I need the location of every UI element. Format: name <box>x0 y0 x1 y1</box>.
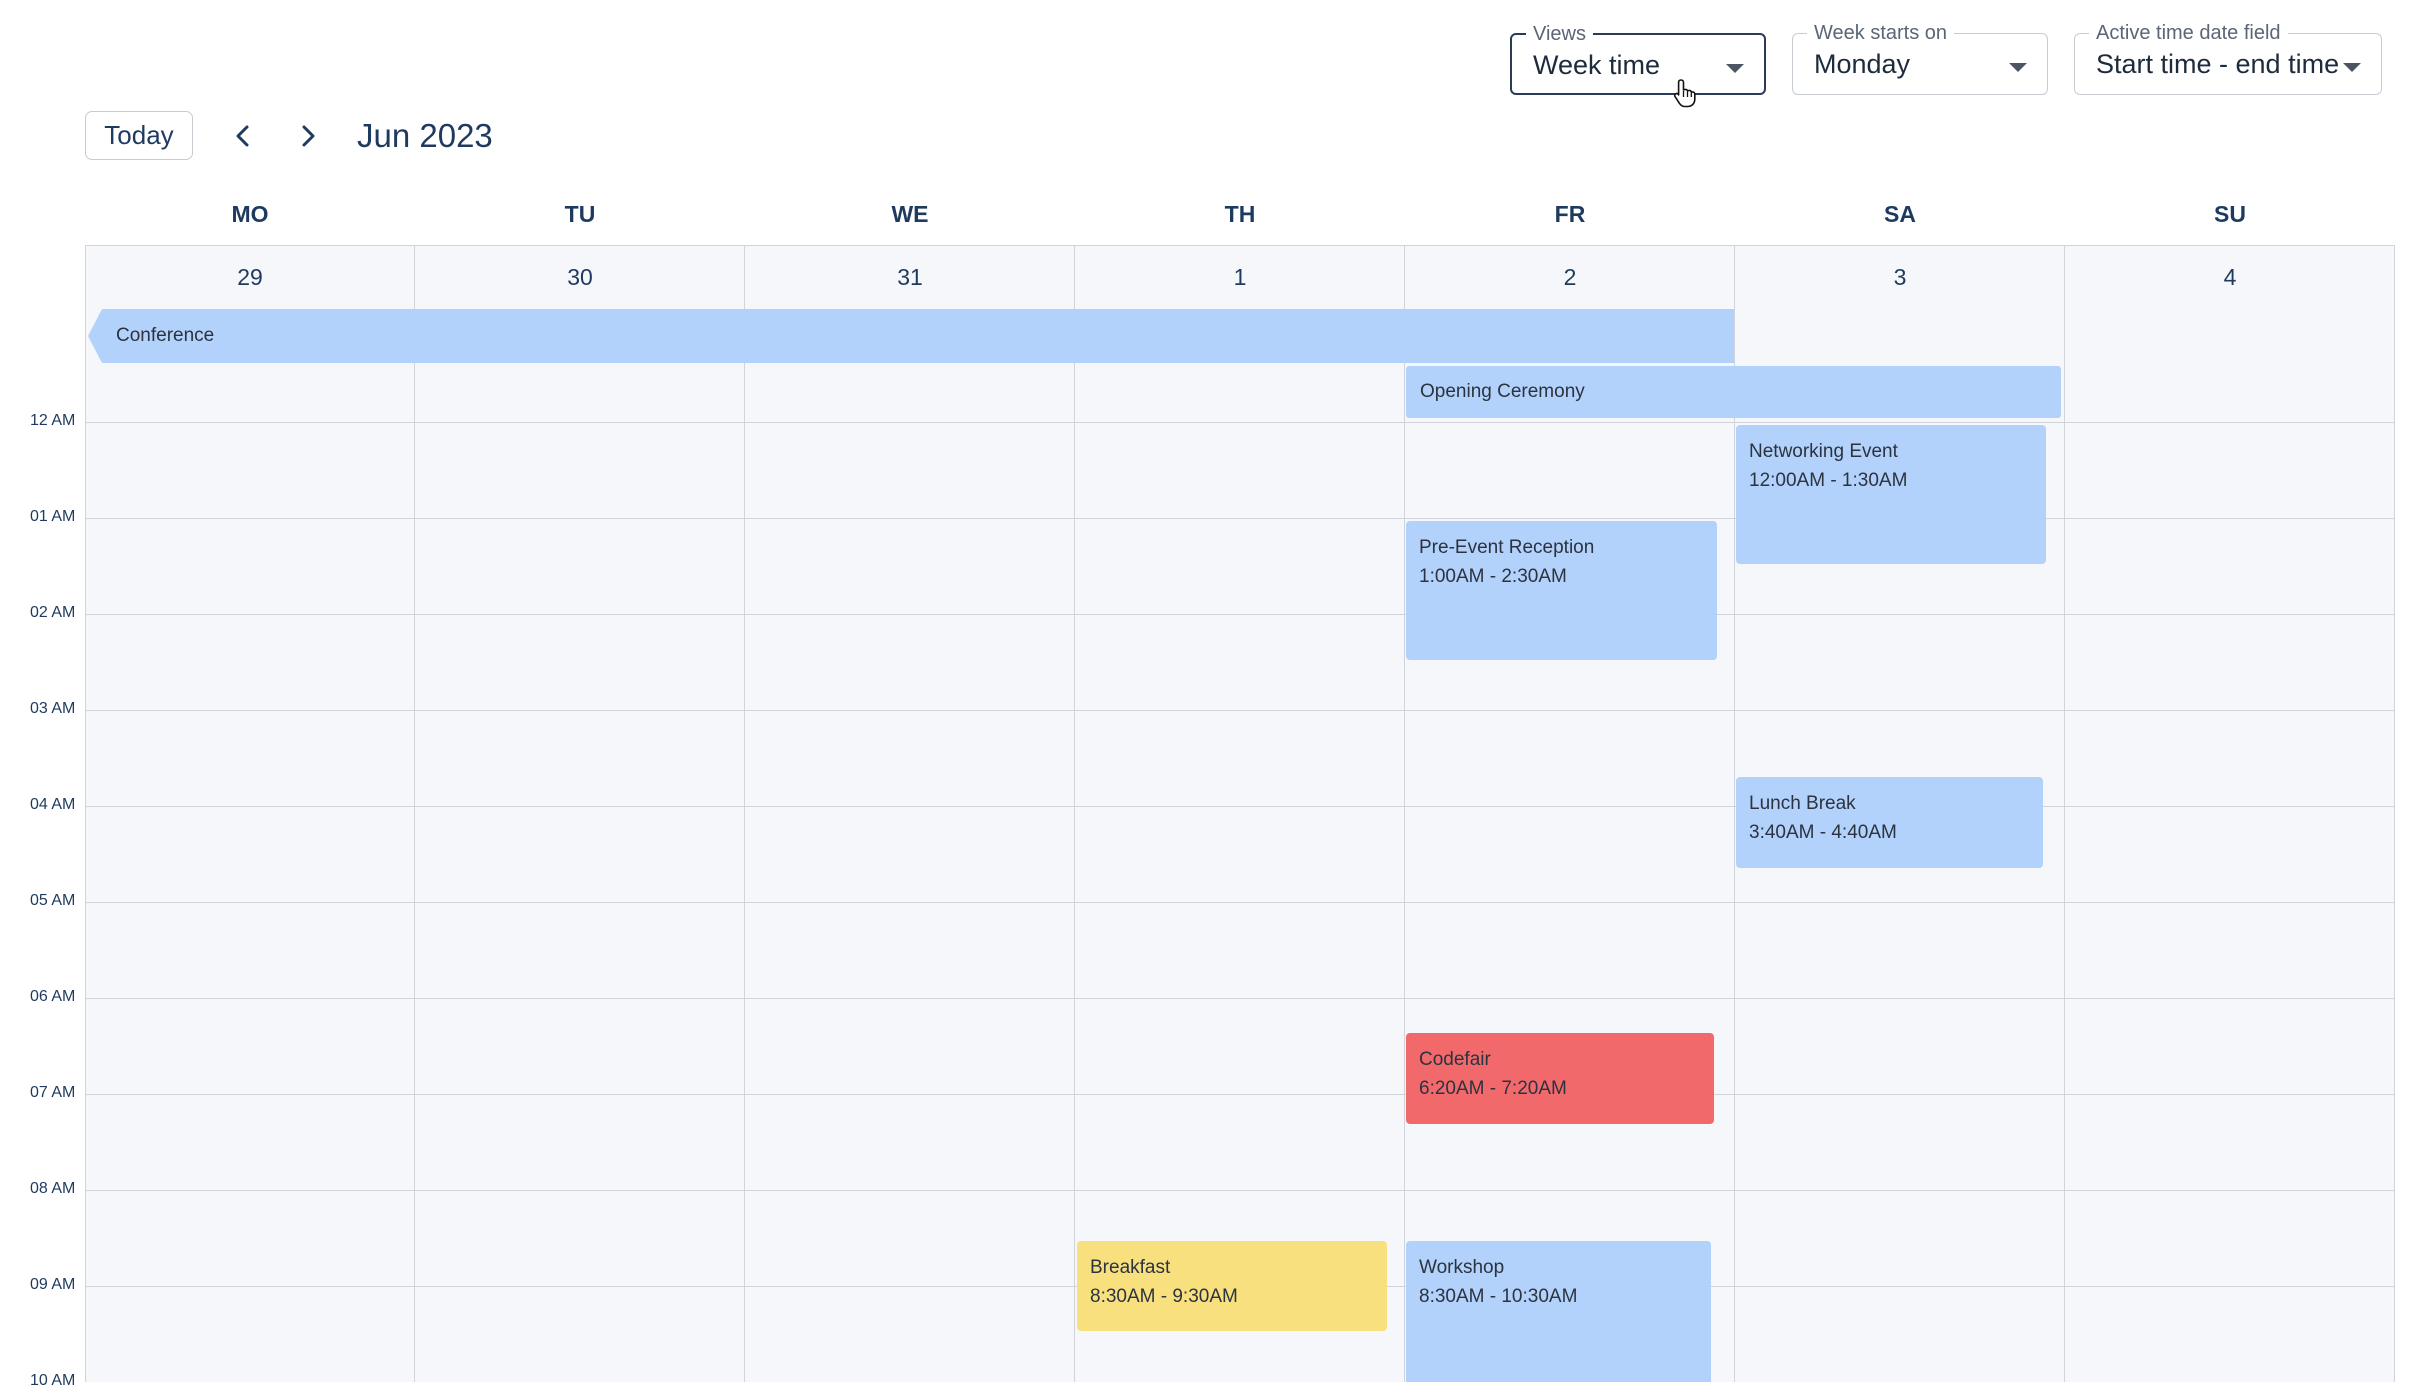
day-date-3[interactable]: 3 <box>1735 264 2065 291</box>
views-select-label: Views <box>1526 23 1593 45</box>
event-title: Workshop <box>1419 1257 1505 1278</box>
time-label: 02 AM <box>30 604 76 621</box>
time-label: 08 AM <box>30 1180 76 1197</box>
day-header-su: SU <box>2214 201 2246 227</box>
month-title: Jun 2023 <box>357 117 493 154</box>
chevron-left-icon[interactable] <box>229 121 257 151</box>
event-time: 8:30AM - 9:30AM <box>1090 1286 1238 1307</box>
time-label: 06 AM <box>30 988 76 1005</box>
views-select[interactable]: Views Week time <box>1510 23 1766 95</box>
event-title: Opening Ceremony <box>1420 381 1585 402</box>
column-divider <box>744 245 745 1382</box>
views-select-value: Week time <box>1533 50 1661 80</box>
column-divider <box>1074 245 1075 1382</box>
hour-line <box>85 1094 2395 1095</box>
event-title: Codefair <box>1419 1049 1491 1070</box>
time-label: 07 AM <box>30 1084 76 1101</box>
column-divider <box>1404 245 1405 1382</box>
hour-line <box>85 998 2395 999</box>
day-date-30[interactable]: 30 <box>415 264 745 291</box>
event-workshop[interactable]: Workshop 8:30AM - 10:30AM <box>1406 1241 1711 1382</box>
event-time: 8:30AM - 10:30AM <box>1419 1286 1578 1307</box>
time-label: 01 AM <box>30 508 76 525</box>
hour-line <box>85 422 2395 423</box>
week-start-select[interactable]: Week starts on Monday <box>1792 22 2048 95</box>
event-title: Breakfast <box>1090 1257 1171 1278</box>
hour-line <box>85 614 2395 615</box>
active-date-field-select-label: Active time date field <box>2089 22 2288 44</box>
event-title: Pre-Event Reception <box>1419 537 1595 558</box>
hour-line <box>85 806 2395 807</box>
day-header-mo: MO <box>231 201 269 227</box>
chevron-right-icon[interactable] <box>294 121 322 151</box>
all-day-event-opening-ceremony[interactable]: Opening Ceremony <box>1406 366 2061 418</box>
event-time: 12:00AM - 1:30AM <box>1749 470 1908 491</box>
all-day-event-conference[interactable]: Conference <box>88 309 1734 363</box>
week-start-select-value: Monday <box>1814 49 1911 79</box>
day-header-sa: SA <box>1884 201 1916 227</box>
active-date-field-select[interactable]: Active time date field Start time - end … <box>2074 22 2382 95</box>
time-label: 03 AM <box>30 700 76 717</box>
day-header-th: TH <box>1224 201 1256 227</box>
time-label: 10 AM <box>30 1372 76 1389</box>
time-label: 05 AM <box>30 892 76 909</box>
caret-down-icon <box>2009 63 2027 72</box>
day-date-1[interactable]: 1 <box>1075 264 1405 291</box>
event-breakfast[interactable]: Breakfast 8:30AM - 9:30AM <box>1077 1241 1387 1331</box>
day-header-tu: TU <box>564 201 596 227</box>
event-time: 6:20AM - 7:20AM <box>1419 1078 1567 1099</box>
event-networking-event[interactable]: Networking Event 12:00AM - 1:30AM <box>1736 425 2046 564</box>
column-divider <box>2064 245 2065 1382</box>
event-pre-event-reception[interactable]: Pre-Event Reception 1:00AM - 2:30AM <box>1406 521 1717 660</box>
event-title: Networking Event <box>1749 441 1898 462</box>
column-divider <box>414 245 415 1382</box>
time-label: 12 AM <box>30 412 76 429</box>
day-date-29[interactable]: 29 <box>85 264 415 291</box>
event-time: 1:00AM - 2:30AM <box>1419 566 1567 587</box>
today-button[interactable]: Today <box>85 111 193 160</box>
week-start-select-label: Week starts on <box>1807 22 1955 44</box>
event-time: 3:40AM - 4:40AM <box>1749 822 1897 843</box>
caret-down-icon <box>2343 63 2361 72</box>
hour-line <box>85 902 2395 903</box>
day-header-fr: FR <box>1554 201 1586 227</box>
time-label: 04 AM <box>30 796 76 813</box>
active-date-field-select-value: Start time - end time <box>2096 49 2340 79</box>
day-date-4[interactable]: 4 <box>2065 264 2395 291</box>
day-date-31[interactable]: 31 <box>745 264 1075 291</box>
caret-down-icon <box>1726 64 1744 73</box>
event-title: Lunch Break <box>1749 793 1856 814</box>
hour-line <box>85 710 2395 711</box>
hand-pointer-icon <box>1673 79 1696 108</box>
day-header-we: WE <box>891 201 929 227</box>
hour-line <box>85 518 2395 519</box>
event-codefair[interactable]: Codefair 6:20AM - 7:20AM <box>1406 1033 1714 1124</box>
event-lunch-break[interactable]: Lunch Break 3:40AM - 4:40AM <box>1736 777 2043 868</box>
time-label: 09 AM <box>30 1276 76 1293</box>
day-date-2[interactable]: 2 <box>1405 264 1735 291</box>
hour-line <box>85 1190 2395 1191</box>
event-title: Conference <box>116 325 215 346</box>
